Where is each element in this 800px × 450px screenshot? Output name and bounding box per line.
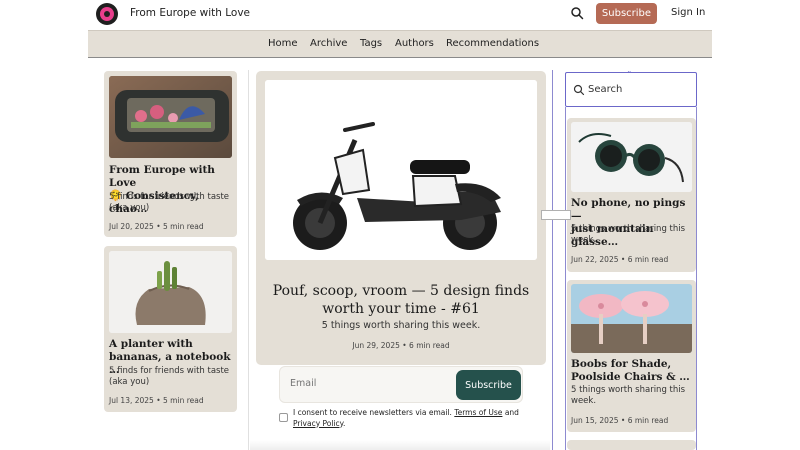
site-title[interactable]: From Europe with Love <box>130 7 250 19</box>
post-title-line: Boobs for Shade, <box>571 358 672 370</box>
consent-period: . <box>343 418 346 428</box>
post-card[interactable] <box>567 440 696 450</box>
post-image <box>109 76 232 158</box>
post-meta: Jul 13, 2025 • 5 min read <box>109 396 204 405</box>
logo-ring <box>100 7 114 21</box>
post-subtitle-line: week. <box>571 396 597 406</box>
post-subtitle: 5 finds for friends with taste (aka you) <box>109 366 235 388</box>
logo-icon[interactable] <box>96 3 118 25</box>
consent-text: I consent to receive newsletters via ema… <box>293 408 523 429</box>
header-subscribe-button[interactable]: Subscribe <box>596 3 657 24</box>
post-subtitle-line: 5 things worth sharing this <box>571 224 686 234</box>
resize-handle[interactable] <box>541 210 571 220</box>
consent-prefix: I consent to receive newsletters via ema… <box>293 408 452 417</box>
newsletter-subscribe-button[interactable]: Subscribe <box>456 370 521 400</box>
site-header: From Europe with Love Subscribe Sign In <box>88 0 712 30</box>
post-subtitle: 5 things worth sharing this week. <box>571 224 695 246</box>
post-image <box>571 284 692 353</box>
post-meta: Jul 20, 2025 • 5 min read <box>109 222 204 231</box>
bottom-fade <box>250 440 550 450</box>
featured-title-line: worth your time - #61 <box>322 301 480 317</box>
privacy-policy-link[interactable]: Privacy Policy <box>293 419 343 428</box>
terms-of-use-link[interactable]: Terms of Use <box>454 408 502 417</box>
search-icon[interactable] <box>570 6 584 20</box>
post-meta: Jun 22, 2025 • 6 min read <box>571 255 669 264</box>
search-icon <box>573 84 585 96</box>
post-image <box>109 251 232 333</box>
featured-title-line: Pouf, scoop, vroom — 5 design finds <box>272 283 530 299</box>
search-placeholder: Search <box>588 84 623 95</box>
email-input[interactable] <box>290 378 440 389</box>
post-subtitle-line: 5 finds for friends with taste <box>109 366 230 376</box>
post-card[interactable]: No phone, no pings — just mountain glass… <box>567 118 696 272</box>
post-title-line: No phone, no pings — <box>571 197 686 222</box>
post-card[interactable]: A planter with bananas, a notebook … 5 f… <box>104 246 237 412</box>
post-title-line: A planter with <box>109 338 193 350</box>
post-subtitle: 5 things worth sharing this week. <box>571 385 695 407</box>
consent-and: and <box>504 408 519 417</box>
post-card[interactable]: Boobs for Shade, Poolside Chairs & … 5 t… <box>567 280 696 432</box>
featured-post-title[interactable]: Pouf, scoop, vroom — 5 design finds wort… <box>266 282 536 318</box>
post-subtitle-line: (aka you) <box>109 377 150 387</box>
post-subtitle-line: 5 finds for friends with taste <box>109 192 230 202</box>
column-divider <box>552 70 553 450</box>
post-card[interactable]: From Europe with Love 🫠 Consistency, cha… <box>104 71 237 237</box>
post-title[interactable]: Boobs for Shade, Poolside Chairs & … <box>571 358 695 384</box>
featured-post-subtitle: 5 things worth sharing this week. <box>321 320 481 331</box>
main-nav: Home Archive Tags Authors Recommendation… <box>88 30 712 58</box>
consent-checkbox[interactable] <box>279 413 288 422</box>
logo-center <box>104 11 110 17</box>
signin-link[interactable]: Sign In <box>671 7 705 18</box>
nav-item-archive[interactable]: Archive <box>310 38 347 49</box>
post-subtitle: 5 finds for friends with taste (aka you) <box>109 192 235 214</box>
post-image <box>571 122 692 192</box>
featured-post-meta: Jun 29, 2025 • 6 min read <box>352 341 450 350</box>
nav-item-recommendations[interactable]: Recommendations <box>446 38 539 49</box>
post-meta: Jun 15, 2025 • 6 min read <box>571 416 669 425</box>
featured-post-card[interactable]: Pouf, scoop, vroom — 5 design finds wort… <box>256 71 546 365</box>
nav-item-authors[interactable]: Authors <box>395 38 434 49</box>
post-subtitle-line: (aka you) <box>109 203 150 213</box>
column-divider <box>248 70 249 450</box>
nav-item-tags[interactable]: Tags <box>360 38 382 49</box>
nav-item-home[interactable]: Home <box>268 38 298 49</box>
post-subtitle-line: week. <box>571 235 597 245</box>
featured-post-image <box>265 80 537 260</box>
search-box[interactable]: Search <box>565 72 697 107</box>
post-title-line: Poolside Chairs & … <box>571 371 690 383</box>
post-subtitle-line: 5 things worth sharing this <box>571 385 686 395</box>
newsletter-form: Subscribe <box>279 366 523 403</box>
post-title-line: From Europe with Love <box>109 164 215 189</box>
